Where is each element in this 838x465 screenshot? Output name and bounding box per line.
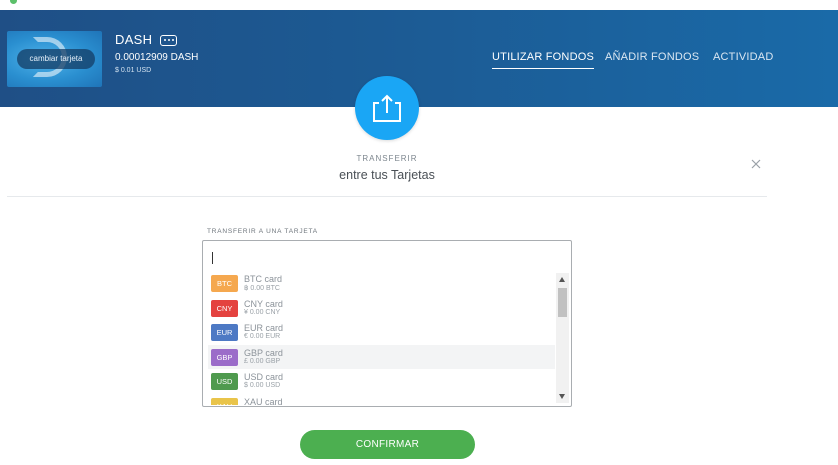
currency-badge: GBP [211, 348, 238, 366]
text-cursor [212, 252, 213, 264]
target-card-label: TRANSFERIR A UNA TARJETA [207, 228, 318, 235]
scroll-thumb[interactable] [558, 288, 567, 317]
card-balance: £ 0.00 GBP [244, 357, 281, 365]
card-balance: € 0.00 EUR [244, 333, 281, 341]
card-name: XAU card [244, 396, 283, 405]
card-name: EUR card [244, 323, 284, 334]
transfer-icon [373, 94, 401, 122]
list-scrollbar[interactable] [556, 273, 569, 403]
wallet-balance: 0.00012909 DASH [115, 52, 199, 63]
transfer-icon-circle [355, 76, 419, 140]
wallet-header: cambiar tarjeta DASH 0.00012909 DASH $ 0… [0, 10, 838, 107]
wallet-fiat-balance: $ 0.01 USD [115, 67, 152, 74]
scroll-down-icon[interactable] [559, 394, 565, 399]
card-option-btc[interactable]: BTC BTC card ฿ 0.00 BTC [208, 271, 555, 296]
card-name: GBP card [244, 347, 283, 358]
change-card-button[interactable]: cambiar tarjeta [17, 49, 95, 69]
card-name: USD card [244, 372, 284, 383]
transfer-title: entre tus Tarjetas [339, 168, 435, 182]
nav-actividad[interactable]: ACTIVIDAD [713, 51, 773, 63]
card-balance: ฿ 0.00 BTC [244, 285, 280, 292]
divider [7, 196, 767, 197]
transfer-title-small: TRANSFERIR [356, 154, 418, 163]
nav-anadir-fondos[interactable]: AÑADIR FONDOS [605, 51, 699, 63]
card-balance: $ 0.00 USD [244, 382, 281, 390]
more-options-icon[interactable] [160, 35, 177, 46]
confirm-button[interactable]: CONFIRMAR [300, 430, 475, 459]
card-thumbnail[interactable]: cambiar tarjeta [7, 31, 102, 87]
card-option-xau[interactable]: XAU XAU card [208, 394, 555, 405]
top-strip [0, 0, 838, 10]
nav-utilizar-fondos[interactable]: UTILIZAR FONDOS [492, 51, 595, 69]
card-name: BTC card [244, 274, 283, 284]
card-option-eur[interactable]: EUR EUR card € 0.00 EUR [208, 320, 555, 345]
card-option-gbp[interactable]: GBP GBP card £ 0.00 GBP [208, 344, 555, 370]
card-balance: ¥ 0.00 CNY [244, 308, 281, 316]
scroll-up-icon[interactable] [559, 277, 565, 282]
card-option-cny[interactable]: CNY CNY card ¥ 0.00 CNY [208, 296, 555, 321]
card-name: CNY card [244, 298, 283, 309]
currency-badge: USD [211, 373, 238, 391]
close-icon[interactable] [750, 158, 762, 170]
currency-badge: CNY [211, 299, 238, 317]
wallet-name: DASH [115, 32, 153, 47]
status-dot [10, 0, 17, 4]
currency-badge: BTC [211, 275, 238, 292]
currency-badge: EUR [211, 324, 238, 342]
card-options-list[interactable]: BTC BTC card ฿ 0.00 BTC CNY CNY card ¥ 0.00 C… [208, 271, 555, 405]
target-card-select[interactable]: BTC BTC card ฿ 0.00 BTC CNY CNY card ¥ 0.00 C… [202, 240, 572, 407]
currency-badge: XAU [211, 397, 238, 405]
card-option-usd[interactable]: USD USD card $ 0.00 USD [208, 369, 555, 394]
